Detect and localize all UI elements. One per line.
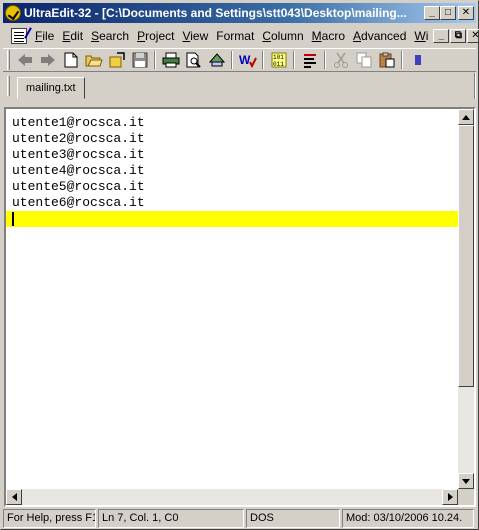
menu-window-key: W xyxy=(414,28,426,43)
editor-line[interactable]: utente1@rocsca.it xyxy=(12,115,145,131)
menu-column[interactable]: Column xyxy=(258,29,307,43)
editor-line[interactable]: utente5@rocsca.it xyxy=(12,179,145,195)
menu-format-key: F xyxy=(216,28,224,43)
menu-format-rest: ormat xyxy=(223,28,255,43)
svg-text:101: 101 xyxy=(273,54,284,61)
svg-text:011: 011 xyxy=(273,61,284,68)
text-editor[interactable]: utente1@rocsca.it utente2@rocsca.it uten… xyxy=(4,107,476,507)
toolbar-separator xyxy=(154,51,156,69)
menu-advanced-rest: dvanced xyxy=(361,28,407,43)
status-bar: For Help, press F1 Ln 7, Col. 1, C0 DOS … xyxy=(3,509,476,528)
status-line-format: DOS xyxy=(246,509,340,528)
save-icon[interactable] xyxy=(128,49,151,71)
toolbar-separator xyxy=(231,51,233,69)
minimize-button[interactable]: _ xyxy=(424,6,440,20)
menu-project-key: P xyxy=(137,28,146,43)
tab-label: mailing.txt xyxy=(26,82,76,94)
scroll-left-button[interactable] xyxy=(6,489,22,505)
menu-macro[interactable]: Macro xyxy=(308,29,349,43)
app-window: UltraEdit-32 - [C:\Documents and Setting… xyxy=(0,0,479,530)
status-help-text: For Help, press F1 xyxy=(3,509,96,528)
status-modified-date: Mod: 03/10/2006 10.24. xyxy=(342,509,474,528)
title-bar[interactable]: UltraEdit-32 - [C:\Documents and Setting… xyxy=(3,3,476,23)
print-settings-icon[interactable] xyxy=(205,49,228,71)
menu-file[interactable]: File xyxy=(31,29,58,43)
vertical-scroll-thumb[interactable] xyxy=(458,125,474,387)
tab-mailing-txt[interactable]: mailing.txt xyxy=(17,77,85,99)
menu-search[interactable]: Search xyxy=(87,29,133,43)
open-file-icon[interactable] xyxy=(105,49,128,71)
maximize-button[interactable]: □ xyxy=(440,6,456,20)
menu-edit-rest: dit xyxy=(70,28,84,43)
menu-edit[interactable]: Edit xyxy=(58,29,87,43)
tabstrip-divider xyxy=(474,73,476,99)
menu-advanced-key: A xyxy=(353,28,362,43)
menu-format[interactable]: Format xyxy=(212,29,258,43)
spell-check-icon[interactable]: W xyxy=(236,49,259,71)
doc-restore-button[interactable]: ⧉ xyxy=(450,28,467,43)
editor-line[interactable]: utente3@rocsca.it xyxy=(12,147,145,163)
menu-window[interactable]: Wi xyxy=(410,29,432,43)
menu-file-rest: ile xyxy=(42,28,55,43)
editor-line[interactable]: utente4@rocsca.it xyxy=(12,163,145,179)
menu-window-rest: i xyxy=(425,28,429,43)
main-toolbar: W 101 011 xyxy=(3,48,476,72)
doc-close-button[interactable]: ✕ xyxy=(467,28,479,43)
menu-project[interactable]: Project xyxy=(133,29,178,43)
menu-search-key: S xyxy=(91,28,100,43)
menu-search-rest: earch xyxy=(99,28,130,43)
hex-mode-icon[interactable]: 101 011 xyxy=(267,49,290,71)
print-preview-icon[interactable] xyxy=(182,49,205,71)
paste-icon[interactable] xyxy=(375,49,398,71)
horizontal-scrollbar[interactable] xyxy=(6,489,458,505)
editor-line[interactable]: utente6@rocsca.it xyxy=(12,195,145,211)
menu-advanced[interactable]: Advanced xyxy=(349,29,410,43)
forward-arrow-icon[interactable] xyxy=(36,49,59,71)
cut-icon[interactable] xyxy=(329,49,352,71)
menu-project-rest: roject xyxy=(145,28,175,43)
scroll-right-button[interactable] xyxy=(442,489,458,505)
document-menu-icon[interactable] xyxy=(11,27,27,44)
mdi-caption-buttons: _ ⧉ ✕ xyxy=(432,28,479,43)
close-button[interactable]: ✕ xyxy=(458,6,474,20)
menu-column-key: C xyxy=(262,28,271,43)
scrollbar-corner xyxy=(458,489,474,505)
tabstrip-grip[interactable] xyxy=(7,76,10,96)
scroll-down-button[interactable] xyxy=(458,473,474,489)
open-folder-icon[interactable] xyxy=(82,49,105,71)
file-tab-strip: mailing.txt xyxy=(3,73,476,99)
menu-view-rest: iew xyxy=(190,28,209,43)
vertical-scrollbar[interactable] xyxy=(458,109,474,489)
new-file-icon[interactable] xyxy=(59,49,82,71)
ultraedit-app-icon[interactable] xyxy=(5,5,21,21)
menu-view[interactable]: View xyxy=(178,29,212,43)
copy-icon[interactable] xyxy=(352,49,375,71)
toolbar-separator xyxy=(293,51,295,69)
toolbar-separator xyxy=(401,51,403,69)
editor-lines: utente1@rocsca.it utente2@rocsca.it uten… xyxy=(12,115,145,227)
back-arrow-icon[interactable] xyxy=(13,49,36,71)
menu-column-rest: olumn xyxy=(270,28,304,43)
toolbar-separator xyxy=(262,51,264,69)
menu-macro-key: M xyxy=(311,28,322,43)
editor-text-area[interactable]: utente1@rocsca.it utente2@rocsca.it uten… xyxy=(6,109,458,489)
menu-bar: File Edit Search Project View Format Col… xyxy=(3,25,479,46)
editor-line[interactable] xyxy=(12,211,145,227)
toolbar-grip[interactable] xyxy=(7,50,10,70)
doc-minimize-button[interactable]: _ xyxy=(433,28,450,43)
toolbar-separator xyxy=(324,51,326,69)
print-icon[interactable] xyxy=(159,49,182,71)
more-icon[interactable] xyxy=(406,49,429,71)
caption-buttons: _ □ ✕ xyxy=(424,6,474,20)
menu-macro-rest: acro xyxy=(321,28,346,43)
status-cursor-position: Ln 7, Col. 1, C0 xyxy=(98,509,244,528)
toggle-wrap-icon[interactable] xyxy=(298,49,321,71)
scroll-up-button[interactable] xyxy=(458,109,474,125)
window-title: UltraEdit-32 - [C:\Documents and Setting… xyxy=(24,6,407,20)
text-caret xyxy=(12,212,14,226)
svg-text:W: W xyxy=(239,53,251,67)
editor-line[interactable]: utente2@rocsca.it xyxy=(12,131,145,147)
